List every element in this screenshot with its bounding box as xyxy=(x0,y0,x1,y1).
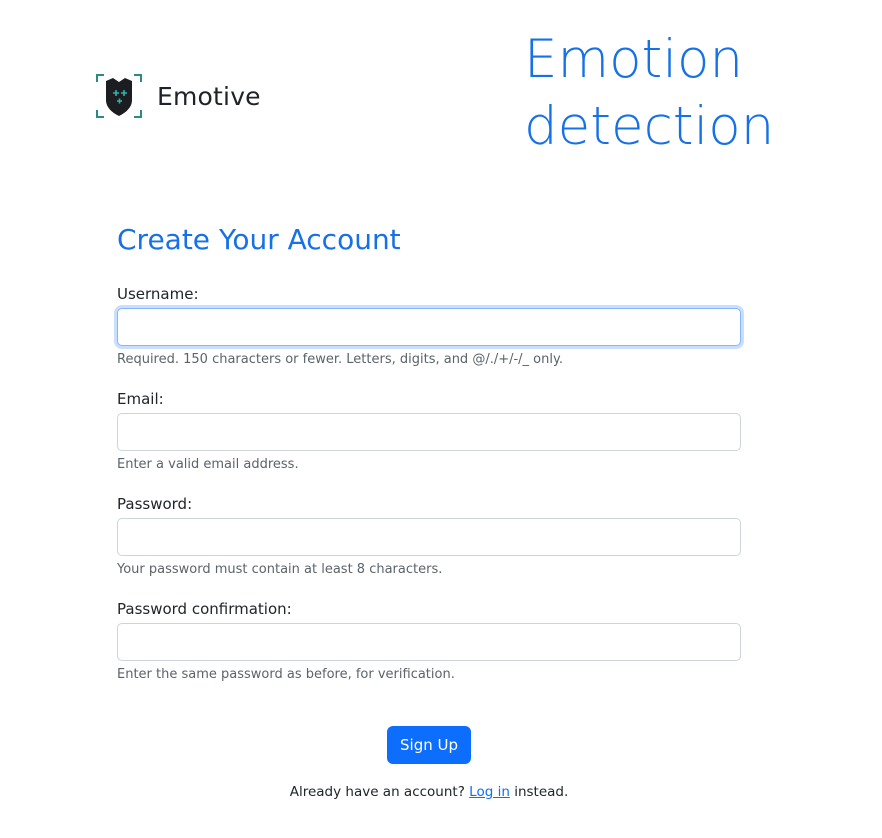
username-input[interactable] xyxy=(117,308,741,346)
login-link[interactable]: Log in xyxy=(469,784,510,800)
form-title: Create Your Account xyxy=(117,223,401,256)
login-prompt-suffix: instead. xyxy=(514,784,569,800)
signup-form: Create Your Account Username: Required. … xyxy=(117,222,741,800)
hero-title-line-1: Emotion xyxy=(524,29,744,90)
login-prompt: Already have an account? Log in instead. xyxy=(117,784,741,800)
password-confirmation-help-text: Enter the same password as before, for v… xyxy=(117,667,455,682)
hero-title-line-2: detection xyxy=(524,96,775,157)
email-field-group: Email: Enter a valid email address. xyxy=(117,389,741,474)
email-label: Email: xyxy=(117,390,164,408)
email-input[interactable] xyxy=(117,413,741,451)
brand-logo[interactable]: Emotive xyxy=(95,72,261,120)
shield-sparkle-logo-icon xyxy=(96,74,142,118)
password-confirmation-field-group: Password confirmation: Enter the same pa… xyxy=(117,599,741,684)
page-hero-title: Emotion detection xyxy=(524,26,864,160)
password-confirmation-label: Password confirmation: xyxy=(117,600,292,618)
password-input[interactable] xyxy=(117,518,741,556)
password-field-group: Password: Your password must contain at … xyxy=(117,494,741,579)
password-help-text: Your password must contain at least 8 ch… xyxy=(117,562,443,577)
sign-up-button[interactable]: Sign Up xyxy=(387,726,471,764)
brand-name: Emotive xyxy=(157,81,261,111)
password-confirmation-input[interactable] xyxy=(117,623,741,661)
password-label: Password: xyxy=(117,495,193,513)
email-help-text: Enter a valid email address. xyxy=(117,457,299,472)
username-field-group: Username: Required. 150 characters or fe… xyxy=(117,284,741,369)
username-help-text: Required. 150 characters or fewer. Lette… xyxy=(117,352,563,367)
login-prompt-prefix: Already have an account? xyxy=(289,784,465,800)
submit-row: Sign Up xyxy=(117,726,741,764)
username-label: Username: xyxy=(117,285,199,303)
